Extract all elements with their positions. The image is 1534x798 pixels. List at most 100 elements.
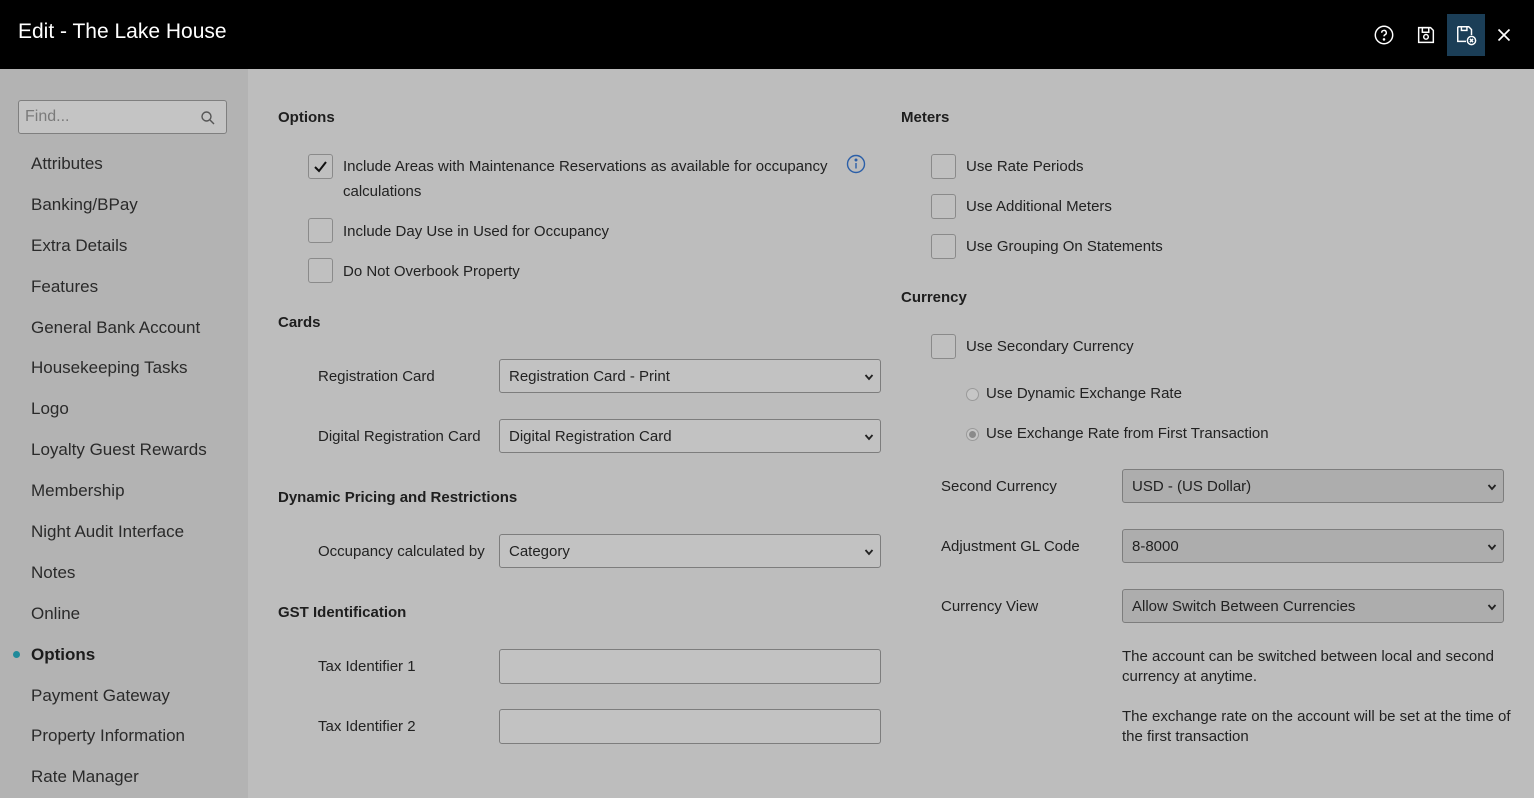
do-not-overbook-checkbox[interactable] bbox=[308, 258, 333, 283]
tax-identifier-1-label: Tax Identifier 1 bbox=[318, 658, 416, 675]
use-rate-periods-checkbox[interactable] bbox=[931, 154, 956, 179]
include-day-use-label: Include Day Use in Used for Occupancy bbox=[343, 223, 609, 240]
checkmark-icon bbox=[314, 161, 327, 173]
currency-view-value: Allow Switch Between Currencies bbox=[1132, 598, 1356, 615]
meters-section-title: Meters bbox=[901, 109, 950, 126]
include-day-use-checkbox[interactable] bbox=[308, 218, 333, 243]
help-button[interactable] bbox=[1365, 14, 1403, 56]
digital-registration-card-value: Digital Registration Card bbox=[509, 428, 672, 445]
save-close-icon bbox=[1457, 26, 1477, 46]
adjustment-gl-code-label: Adjustment GL Code bbox=[941, 538, 1080, 555]
registration-card-label: Registration Card bbox=[318, 368, 435, 385]
sidebar-item-housekeeping-tasks[interactable]: Housekeeping Tasks bbox=[0, 347, 248, 388]
cards-section-title: Cards bbox=[278, 314, 321, 331]
sidebar-item-label: Features bbox=[31, 276, 99, 296]
currency-view-note: The account can be switched between loca… bbox=[1122, 648, 1494, 685]
sidebar-item-general-bank-account[interactable]: General Bank Account bbox=[0, 307, 248, 348]
search-box[interactable] bbox=[18, 100, 227, 134]
sidebar-item-label: Banking/BPay bbox=[31, 194, 138, 214]
sidebar-item-night-audit-interface[interactable]: Night Audit Interface bbox=[0, 511, 248, 552]
adjustment-gl-code-select[interactable]: 8-8000 bbox=[1122, 529, 1504, 563]
use-secondary-currency-label: Use Secondary Currency bbox=[966, 338, 1134, 355]
tax-identifier-2-input[interactable] bbox=[499, 709, 881, 744]
currency-view-select[interactable]: Allow Switch Between Currencies bbox=[1122, 589, 1504, 623]
second-currency-label: Second Currency bbox=[941, 478, 1057, 495]
help-icon bbox=[1374, 25, 1394, 45]
use-secondary-currency-checkbox[interactable] bbox=[931, 334, 956, 359]
sidebar-item-extra-details[interactable]: Extra Details bbox=[0, 225, 248, 266]
sidebar-item-label: Payment Gateway bbox=[31, 685, 170, 705]
include-areas-label-line2: calculations bbox=[343, 183, 422, 200]
dynamic-exchange-rate-label: Use Dynamic Exchange Rate bbox=[986, 385, 1182, 402]
chevron-down-icon bbox=[864, 434, 874, 441]
sidebar-item-loyalty-guest-rewards[interactable]: Loyalty Guest Rewards bbox=[0, 429, 248, 470]
adjustment-gl-code-value: 8-8000 bbox=[1132, 538, 1179, 555]
occupancy-calculated-label: Occupancy calculated by bbox=[318, 543, 485, 560]
gst-section-title: GST Identification bbox=[278, 604, 407, 621]
second-currency-select[interactable]: USD - (US Dollar) bbox=[1122, 469, 1504, 503]
search-icon[interactable] bbox=[200, 110, 216, 126]
sidebar-item-label: Rate Manager bbox=[31, 767, 139, 787]
use-rate-periods-label: Use Rate Periods bbox=[966, 158, 1084, 175]
sidebar-item-label: Loyalty Guest Rewards bbox=[31, 440, 207, 460]
currency-view-label: Currency View bbox=[941, 598, 1039, 615]
occupancy-calculated-select[interactable]: Category bbox=[499, 534, 881, 568]
chevron-down-icon bbox=[864, 374, 874, 381]
sidebar-item-notes[interactable]: Notes bbox=[0, 552, 248, 593]
sidebar-item-label: Options bbox=[31, 644, 96, 664]
digital-registration-card-select[interactable]: Digital Registration Card bbox=[499, 419, 881, 453]
sidebar-item-label: Logo bbox=[31, 399, 69, 419]
sidebar-item-label: Membership bbox=[31, 481, 125, 501]
chevron-down-icon bbox=[1487, 604, 1497, 611]
digital-registration-card-label: Digital Registration Card bbox=[318, 428, 481, 445]
sidebar-item-payment-gateway[interactable]: Payment Gateway bbox=[0, 675, 248, 716]
sidebar-item-online[interactable]: Online bbox=[0, 593, 248, 634]
dynamic-exchange-rate-radio[interactable] bbox=[966, 388, 979, 401]
chevron-down-icon bbox=[864, 549, 874, 556]
exchange-rate-note: The exchange rate on the account will be… bbox=[1122, 708, 1511, 745]
chevron-down-icon bbox=[1487, 544, 1497, 551]
save-button[interactable] bbox=[1407, 14, 1445, 56]
window-title: Edit - The Lake House bbox=[18, 20, 227, 43]
first-transaction-rate-radio[interactable] bbox=[966, 428, 979, 441]
title-bar: Edit - The Lake House bbox=[0, 0, 1534, 69]
use-grouping-label: Use Grouping On Statements bbox=[966, 238, 1163, 255]
sidebar-item-membership[interactable]: Membership bbox=[0, 470, 248, 511]
sidebar-item-label: Housekeeping Tasks bbox=[31, 358, 188, 378]
sidebar-item-property-information[interactable]: Property Information bbox=[0, 715, 248, 756]
close-button[interactable] bbox=[1485, 14, 1523, 56]
currency-section-title: Currency bbox=[901, 289, 967, 306]
sidebar-item-options[interactable]: Options bbox=[0, 634, 248, 675]
tax-identifier-1-input[interactable] bbox=[499, 649, 881, 684]
include-areas-label-line1: Include Areas with Maintenance Reservati… bbox=[343, 158, 828, 175]
sidebar-item-label: Property Information bbox=[31, 726, 186, 746]
sidebar-item-label: Extra Details bbox=[31, 235, 128, 255]
sidebar-item-label: Notes bbox=[31, 562, 76, 582]
save-and-close-button[interactable] bbox=[1447, 14, 1485, 56]
sidebar-item-logo[interactable]: Logo bbox=[0, 388, 248, 429]
sidebar-item-rate-manager[interactable]: Rate Manager bbox=[0, 756, 248, 797]
use-additional-meters-checkbox[interactable] bbox=[931, 194, 956, 219]
close-icon bbox=[1497, 28, 1511, 42]
options-section-title: Options bbox=[278, 109, 335, 126]
sidebar-nav: Attributes Banking/BPay Extra Details Featu… bbox=[0, 143, 248, 797]
sidebar: Attributes Banking/BPay Extra Details Featu… bbox=[0, 69, 248, 798]
active-indicator-dot bbox=[13, 650, 20, 658]
sidebar-item-features[interactable]: Features bbox=[0, 266, 248, 307]
sidebar-item-label: General Bank Account bbox=[31, 317, 201, 337]
save-icon bbox=[1417, 26, 1435, 44]
tax-identifier-2-label: Tax Identifier 2 bbox=[318, 718, 416, 735]
chevron-down-icon bbox=[1487, 484, 1497, 491]
sidebar-item-banking-bpay[interactable]: Banking/BPay bbox=[0, 184, 248, 225]
occupancy-calculated-value: Category bbox=[509, 543, 570, 560]
sidebar-item-attributes[interactable]: Attributes bbox=[0, 143, 248, 184]
include-areas-checkbox[interactable] bbox=[308, 154, 333, 179]
search-input[interactable] bbox=[19, 101, 226, 133]
first-transaction-rate-label: Use Exchange Rate from First Transaction bbox=[986, 425, 1269, 442]
registration-card-select[interactable]: Registration Card - Print bbox=[499, 359, 881, 393]
use-grouping-checkbox[interactable] bbox=[931, 234, 956, 259]
info-icon[interactable] bbox=[846, 154, 866, 174]
sidebar-item-label: Night Audit Interface bbox=[31, 522, 185, 542]
sidebar-item-label: Online bbox=[31, 603, 81, 623]
sidebar-item-label: Attributes bbox=[31, 154, 103, 173]
